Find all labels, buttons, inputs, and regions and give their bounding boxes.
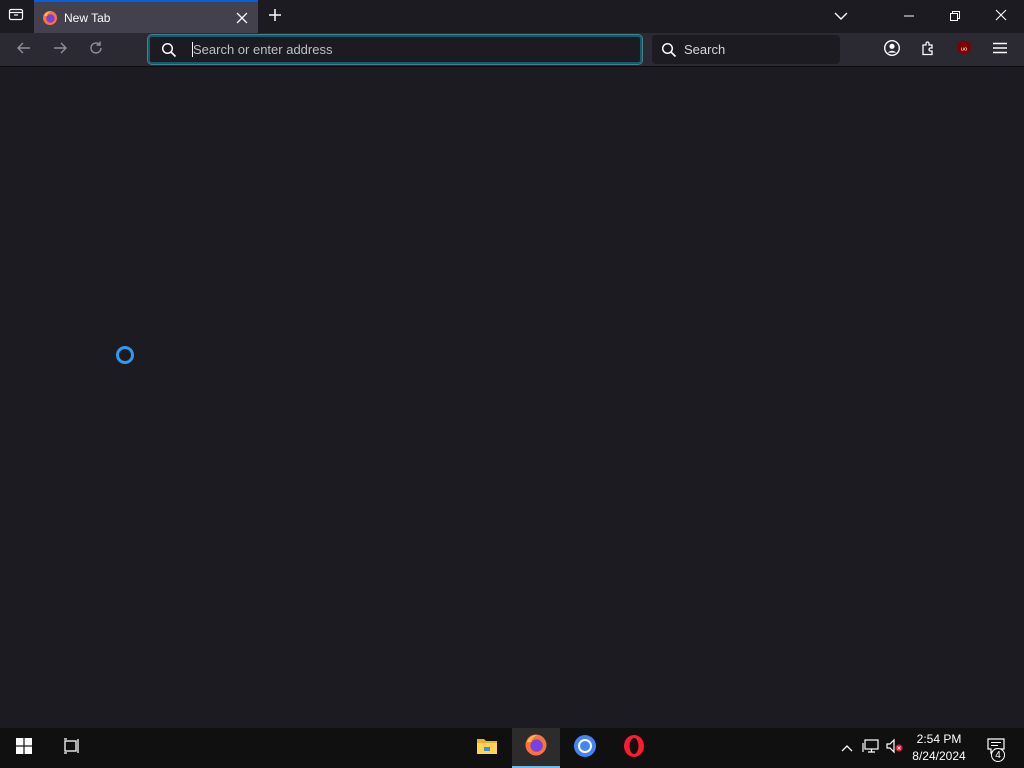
navigation-toolbar: uo	[0, 33, 1024, 67]
puzzle-icon	[920, 40, 936, 61]
tray-icon	[8, 6, 24, 27]
ublock-origin-button[interactable]: uo	[950, 36, 978, 64]
taskbar-app-file-explorer[interactable]	[463, 728, 511, 768]
chevron-down-icon	[834, 8, 848, 26]
reload-icon	[88, 40, 104, 61]
account-icon	[883, 39, 901, 62]
back-button[interactable]	[10, 36, 38, 64]
tab-title: New Tab	[64, 10, 111, 25]
clock-time: 2:54 PM	[916, 732, 962, 746]
taskbar-app-firefox[interactable]	[512, 728, 560, 768]
restore-button[interactable]	[932, 0, 978, 33]
tab-list-button[interactable]	[0, 0, 32, 33]
chrome-icon	[573, 734, 597, 763]
search-icon	[160, 41, 178, 59]
close-window-button[interactable]	[978, 0, 1024, 33]
network-button[interactable]	[861, 738, 881, 758]
window-controls	[886, 0, 1024, 33]
task-view-icon	[63, 737, 81, 759]
plus-icon	[268, 8, 282, 27]
minimize-icon	[904, 8, 914, 26]
svg-text:uo: uo	[961, 46, 968, 52]
clock-date: 8/24/2024	[912, 749, 966, 763]
close-tab-icon[interactable]	[230, 6, 254, 30]
restore-icon	[950, 8, 960, 26]
hamburger-menu-icon	[993, 41, 1007, 59]
search-bar[interactable]	[652, 35, 840, 64]
page-content	[0, 67, 1024, 728]
minimize-button[interactable]	[886, 0, 932, 33]
extensions-button[interactable]	[914, 36, 942, 64]
new-tab-button[interactable]	[262, 4, 288, 30]
list-all-tabs-button[interactable]	[826, 0, 856, 33]
taskbar-app-chrome[interactable]	[561, 728, 609, 768]
ublock-origin-icon: uo	[956, 40, 972, 61]
taskbar: 2:54 PM 8/24/2024	[0, 728, 1024, 768]
chevron-up-icon	[841, 739, 853, 757]
task-view-button[interactable]	[48, 728, 96, 768]
address-bar[interactable]	[147, 34, 643, 65]
windows-logo-icon	[16, 737, 32, 759]
account-button[interactable]	[878, 36, 906, 64]
forward-button[interactable]	[46, 36, 74, 64]
arrow-right-icon	[52, 40, 68, 61]
notification-count-badge: 4	[991, 748, 1005, 762]
opera-icon	[622, 734, 646, 763]
browser-window: New Tab Search or enter address Search u…	[0, 0, 1024, 728]
tab-strip: New Tab	[0, 0, 1024, 33]
close-icon	[995, 8, 1007, 26]
search-input[interactable]	[684, 42, 824, 57]
folder-icon	[476, 736, 498, 761]
volume-muted-icon	[886, 738, 904, 759]
show-hidden-icons-button[interactable]	[837, 738, 857, 758]
search-icon	[660, 41, 678, 59]
clock[interactable]: 2:54 PM 8/24/2024	[908, 728, 970, 768]
network-icon	[862, 738, 880, 759]
tab-new-tab[interactable]: New Tab	[34, 0, 258, 33]
volume-button[interactable]	[885, 738, 905, 758]
firefox-icon	[524, 733, 548, 762]
reload-button[interactable]	[82, 36, 110, 64]
loading-spinner-icon	[116, 346, 134, 364]
menu-button[interactable]	[986, 36, 1014, 64]
address-input[interactable]	[193, 42, 613, 57]
taskbar-app-opera[interactable]	[610, 728, 658, 768]
firefox-icon	[42, 10, 58, 26]
arrow-left-icon	[16, 40, 32, 61]
start-button[interactable]	[0, 728, 48, 768]
